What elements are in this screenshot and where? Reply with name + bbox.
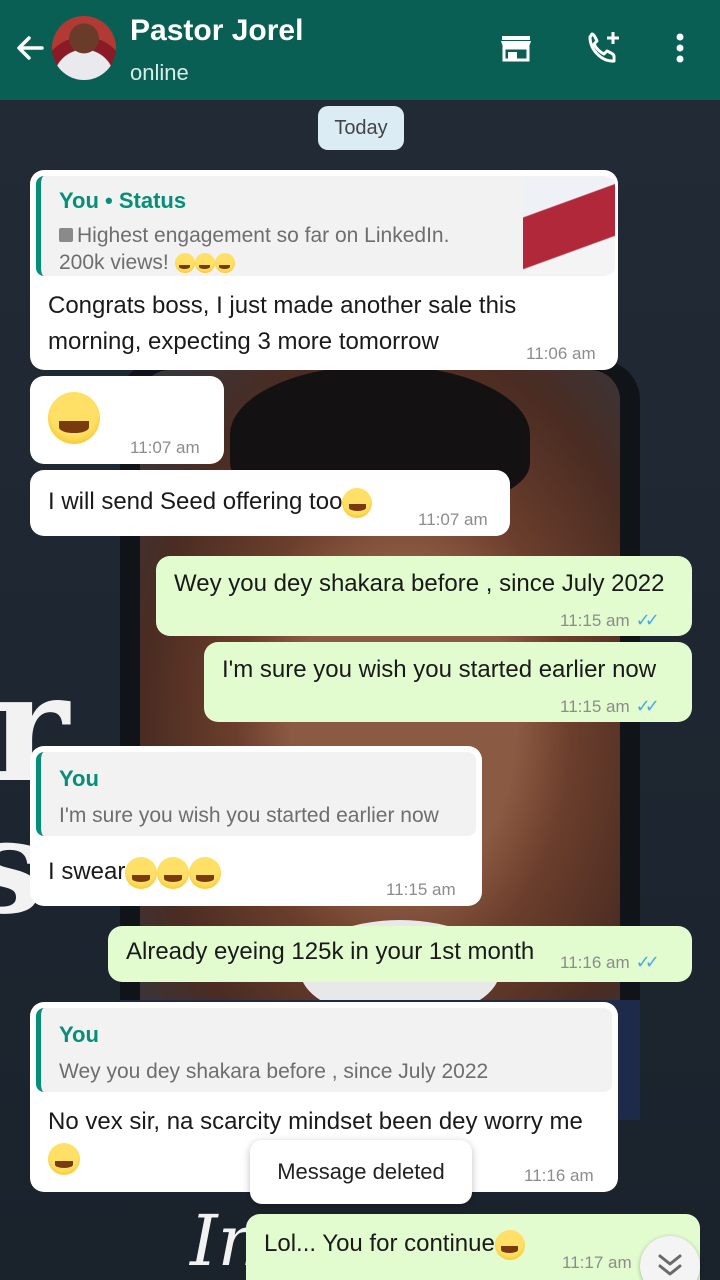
quoted-message[interactable]: You I'm sure you wish you started earlie… [36, 752, 476, 836]
message-text: Congrats boss, I just made another sale … [48, 292, 517, 355]
more-vert-icon[interactable] [660, 28, 700, 68]
laughing-emoji-icon [48, 1142, 80, 1175]
chat-header: Pastor Jorel online [0, 0, 720, 100]
message-bubble-incoming[interactable]: 11:07 am [30, 376, 224, 464]
add-call-icon[interactable] [584, 28, 624, 68]
message-text: I'm sure you wish you started earlier no… [222, 656, 657, 683]
quote-title: You [59, 1022, 99, 1047]
grinning-emoji-icon [342, 487, 373, 518]
quote-title: You • Status [59, 188, 187, 213]
message-text: Lol... You for continue [264, 1226, 525, 1262]
message-text: I swear [48, 854, 222, 890]
read-ticks-icon: ✓✓ [635, 696, 660, 716]
quote-title: You [59, 766, 99, 791]
read-ticks-icon: ✓✓ [635, 952, 660, 972]
scroll-to-bottom-button[interactable] [640, 1236, 700, 1280]
emoji-icon [174, 253, 195, 274]
laughing-emoji-icon [189, 856, 222, 889]
message-text: Wey you dey shakara before , since July … [174, 570, 665, 597]
message-bubble-outgoing[interactable]: Wey you dey shakara before , since July … [156, 556, 692, 636]
laughing-emoji-icon [48, 392, 100, 444]
message-bubble-outgoing[interactable]: I'm sure you wish you started earlier no… [204, 642, 692, 722]
emoji-icon [194, 253, 215, 274]
back-arrow-icon[interactable] [12, 30, 48, 66]
date-chip: Today [318, 106, 404, 150]
rolling-laughing-emoji-icon [494, 1229, 525, 1260]
message-bubble-incoming[interactable]: I will send Seed offering too 11:07 am [30, 470, 510, 536]
message-bubble-incoming[interactable]: You I'm sure you wish you started earlie… [30, 746, 482, 906]
quote-body: Highest engagement so far on LinkedIn. 2… [59, 224, 450, 274]
message-deleted-toast: Message deleted [250, 1140, 472, 1204]
message-time: 11:15 am ✓✓ [560, 696, 660, 716]
emoji-icon [214, 253, 235, 274]
message-bubble-incoming[interactable]: You • Status Highest engagement so far o… [30, 170, 618, 370]
laughing-emoji-icon [157, 856, 190, 889]
double-chevron-down-icon [658, 1254, 682, 1276]
read-ticks-icon: ✓✓ [635, 610, 660, 630]
message-time: 11:06 am [526, 344, 596, 363]
message-time: 11:16 am [524, 1166, 594, 1185]
store-icon[interactable] [496, 28, 536, 68]
quoted-message[interactable]: You Wey you dey shakara before , since J… [36, 1008, 612, 1092]
message-text: I will send Seed offering too [48, 484, 373, 520]
message-time: 11:15 am ✓✓ [560, 610, 660, 630]
status-thumbnail [523, 178, 615, 274]
avatar[interactable] [52, 16, 116, 80]
quote-body: I'm sure you wish you started earlier no… [59, 804, 439, 827]
message-time: 11:15 am [386, 880, 456, 899]
laughing-emoji-icon [125, 856, 158, 889]
message-bubble-outgoing[interactable]: Already eyeing 125k in your 1st month 11… [108, 926, 692, 982]
contact-name[interactable]: Pastor Jorel [130, 14, 303, 48]
message-time: 11:07 am [130, 438, 200, 457]
quoted-status[interactable]: You • Status Highest engagement so far o… [36, 176, 615, 276]
message-time: 11:16 am ✓✓ [560, 952, 660, 972]
image-icon [59, 228, 73, 242]
message-time: 11:07 am [418, 510, 488, 529]
message-text: Already eyeing 125k in your 1st month [126, 938, 535, 965]
message-bubble-outgoing[interactable]: Lol... You for continue 11:17 am✓✓ [246, 1214, 700, 1280]
quote-body: Wey you dey shakara before , since July … [59, 1060, 489, 1083]
contact-status: online [130, 60, 189, 85]
